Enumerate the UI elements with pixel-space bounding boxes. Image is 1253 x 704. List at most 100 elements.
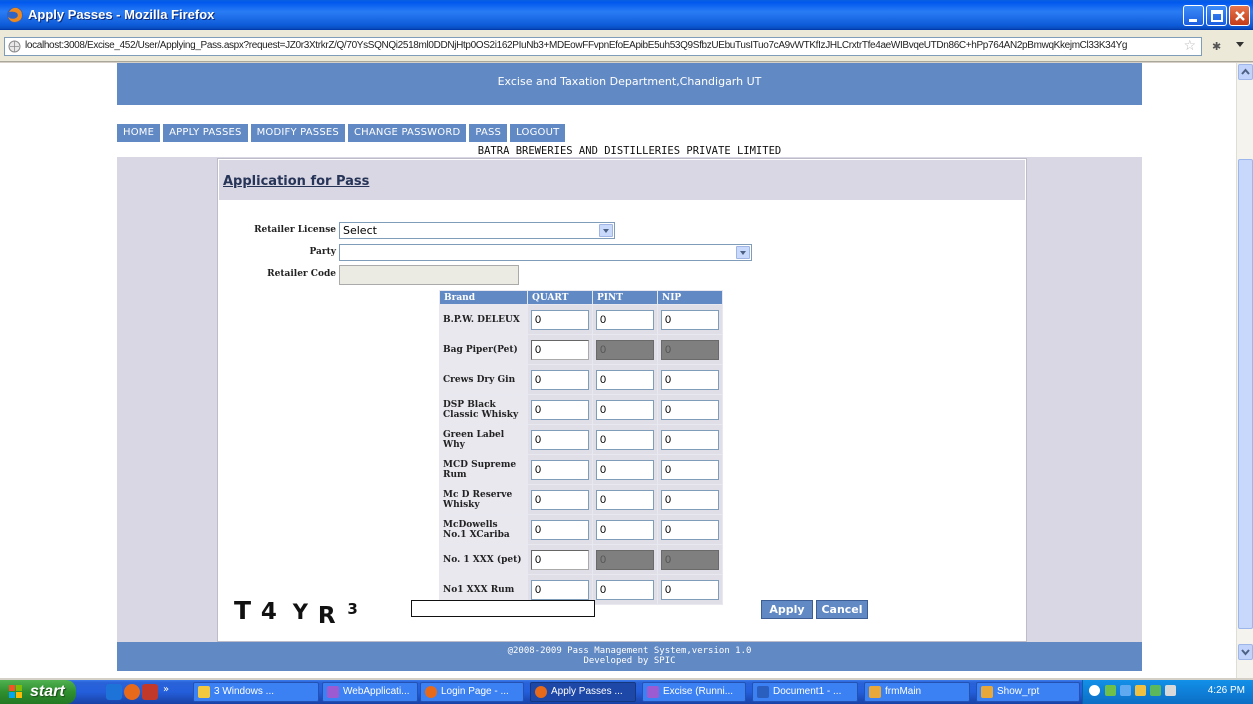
brand-name: Green Label Why bbox=[439, 424, 528, 455]
chevron-up-icon bbox=[1241, 68, 1250, 75]
minimize-icon bbox=[1189, 19, 1197, 22]
nip-quantity-input[interactable]: 0 bbox=[661, 579, 719, 600]
quart-quantity-input[interactable]: 0 bbox=[531, 369, 589, 390]
nip-quantity-input[interactable]: 0 bbox=[661, 399, 719, 420]
window-titlebar[interactable]: Apply Passes - Mozilla Firefox bbox=[0, 0, 1253, 30]
table-row: MCD Supreme Rum 0 0 0 bbox=[439, 454, 723, 485]
nip-quantity-input: 0 bbox=[661, 549, 719, 570]
pint-cell: 0 bbox=[592, 424, 658, 455]
main-menu: HOME APPLY PASSES MODIFY PASSES CHANGE P… bbox=[117, 124, 568, 142]
apply-button[interactable]: Apply bbox=[761, 600, 813, 619]
nip-quantity-input[interactable]: 0 bbox=[661, 489, 719, 510]
window-title: Apply Passes - Mozilla Firefox bbox=[28, 7, 215, 22]
cancel-button[interactable]: Cancel bbox=[816, 600, 868, 619]
taskbar-item-frmmain[interactable]: frmMain bbox=[864, 682, 970, 702]
pint-quantity-input[interactable]: 0 bbox=[596, 309, 654, 330]
table-row: B.P.W. DELEUX 0 0 0 bbox=[439, 304, 723, 335]
pint-quantity-input[interactable]: 0 bbox=[596, 429, 654, 450]
tray-app-icon[interactable] bbox=[1150, 685, 1161, 696]
pint-quantity-input[interactable]: 0 bbox=[596, 489, 654, 510]
column-header-brand: Brand bbox=[439, 290, 528, 305]
menu-item-modify-passes[interactable]: MODIFY PASSES bbox=[250, 124, 345, 142]
quart-quantity-input[interactable]: 0 bbox=[531, 429, 589, 450]
menu-item-home[interactable]: HOME bbox=[117, 124, 161, 142]
pint-quantity-input[interactable]: 0 bbox=[596, 579, 654, 600]
quart-cell: 0 bbox=[527, 364, 593, 395]
url-bar[interactable]: localhost:3008/Excise_452/User/Applying_… bbox=[4, 37, 1202, 56]
taskbar-item-apply-passes[interactable]: Apply Passes ... bbox=[530, 682, 636, 702]
form-title: Application for Pass bbox=[223, 174, 370, 189]
taskbar-item-excise[interactable]: Excise (Runni... bbox=[642, 682, 746, 702]
quicklaunch-more-icon[interactable]: » bbox=[163, 684, 169, 695]
captcha-input[interactable] bbox=[411, 600, 595, 617]
quart-quantity-input[interactable]: 0 bbox=[531, 579, 589, 600]
close-icon bbox=[1235, 11, 1245, 21]
chevron-down-icon[interactable] bbox=[599, 224, 613, 237]
brand-name: Mc D Reserve Whisky bbox=[439, 484, 528, 515]
quart-quantity-input[interactable]: 0 bbox=[531, 399, 589, 420]
taskbar-item-show-rpt[interactable]: Show_rpt bbox=[976, 682, 1080, 702]
pint-cell: 0 bbox=[592, 364, 658, 395]
captcha-char: T bbox=[234, 596, 252, 625]
ie-quicklaunch-icon[interactable] bbox=[106, 684, 122, 700]
retailer-license-value: Select bbox=[343, 224, 377, 237]
start-label: start bbox=[30, 683, 65, 700]
scroll-thumb[interactable] bbox=[1238, 159, 1253, 629]
department-title: Excise and Taxation Department,Chandigar… bbox=[497, 75, 762, 88]
quart-quantity-input[interactable]: 0 bbox=[531, 339, 589, 360]
retailer-code-field[interactable] bbox=[339, 265, 519, 285]
nip-quantity-input[interactable]: 0 bbox=[661, 429, 719, 450]
chevron-down-icon[interactable] bbox=[1236, 42, 1244, 47]
quart-quantity-input[interactable]: 0 bbox=[531, 459, 589, 480]
nip-quantity-input[interactable]: 0 bbox=[661, 519, 719, 540]
firefox-quicklaunch-icon[interactable] bbox=[124, 684, 140, 700]
taskbar-item-windows[interactable]: 3 Windows ... bbox=[193, 682, 319, 702]
tray-chevron-icon[interactable] bbox=[1089, 685, 1100, 696]
taskbar-item-document1[interactable]: Document1 - ... bbox=[752, 682, 858, 702]
party-select[interactable] bbox=[339, 244, 752, 261]
pint-cell: 0 bbox=[592, 484, 658, 515]
firefox-icon bbox=[425, 686, 437, 698]
vertical-scrollbar[interactable] bbox=[1236, 63, 1253, 678]
chevron-down-icon[interactable] bbox=[736, 246, 750, 259]
nip-quantity-input[interactable]: 0 bbox=[661, 369, 719, 390]
close-button[interactable] bbox=[1229, 5, 1250, 26]
folder-icon bbox=[198, 686, 210, 698]
scroll-up-button[interactable] bbox=[1238, 64, 1253, 80]
pint-quantity-input[interactable]: 0 bbox=[596, 519, 654, 540]
addon-icon[interactable]: ✱ bbox=[1212, 40, 1221, 53]
captcha-char: 3 bbox=[347, 600, 358, 618]
menu-item-change-password[interactable]: CHANGE PASSWORD bbox=[347, 124, 467, 142]
nip-quantity-input[interactable]: 0 bbox=[661, 459, 719, 480]
pint-cell: 0 bbox=[592, 544, 658, 575]
pint-quantity-input[interactable]: 0 bbox=[596, 369, 654, 390]
clock: 4:26 PM bbox=[1207, 685, 1245, 696]
scroll-down-button[interactable] bbox=[1238, 644, 1253, 660]
captcha-char: 4 bbox=[260, 599, 277, 625]
bookmark-star-icon[interactable]: ☆ bbox=[1183, 38, 1196, 54]
pint-quantity-input[interactable]: 0 bbox=[596, 399, 654, 420]
site-header: Excise and Taxation Department,Chandigar… bbox=[117, 63, 1142, 105]
maximize-button[interactable] bbox=[1206, 5, 1227, 26]
start-button[interactable]: start bbox=[0, 680, 76, 704]
taskbar-item-login-page[interactable]: Login Page - ... bbox=[420, 682, 524, 702]
quart-quantity-input[interactable]: 0 bbox=[531, 489, 589, 510]
volume-icon[interactable] bbox=[1165, 685, 1176, 696]
quart-quantity-input[interactable]: 0 bbox=[531, 309, 589, 330]
app-quicklaunch-icon[interactable] bbox=[142, 684, 158, 700]
menu-item-logout[interactable]: LOGOUT bbox=[510, 124, 566, 142]
retailer-license-select[interactable]: Select bbox=[339, 222, 615, 239]
tray-app-icon[interactable] bbox=[1135, 685, 1146, 696]
url-text[interactable]: localhost:3008/Excise_452/User/Applying_… bbox=[25, 40, 1127, 51]
nip-quantity-input[interactable]: 0 bbox=[661, 309, 719, 330]
network-icon[interactable] bbox=[1120, 685, 1131, 696]
quart-quantity-input[interactable]: 0 bbox=[531, 519, 589, 540]
taskbar-item-webapplication[interactable]: WebApplicati... bbox=[322, 682, 418, 702]
minimize-button[interactable] bbox=[1183, 5, 1204, 26]
windows-flag-icon bbox=[9, 685, 22, 698]
network-icon[interactable] bbox=[1105, 685, 1116, 696]
menu-item-apply-passes[interactable]: APPLY PASSES bbox=[163, 124, 248, 142]
menu-item-pass[interactable]: PASS bbox=[469, 124, 508, 142]
quart-quantity-input[interactable]: 0 bbox=[531, 549, 589, 570]
pint-quantity-input[interactable]: 0 bbox=[596, 459, 654, 480]
